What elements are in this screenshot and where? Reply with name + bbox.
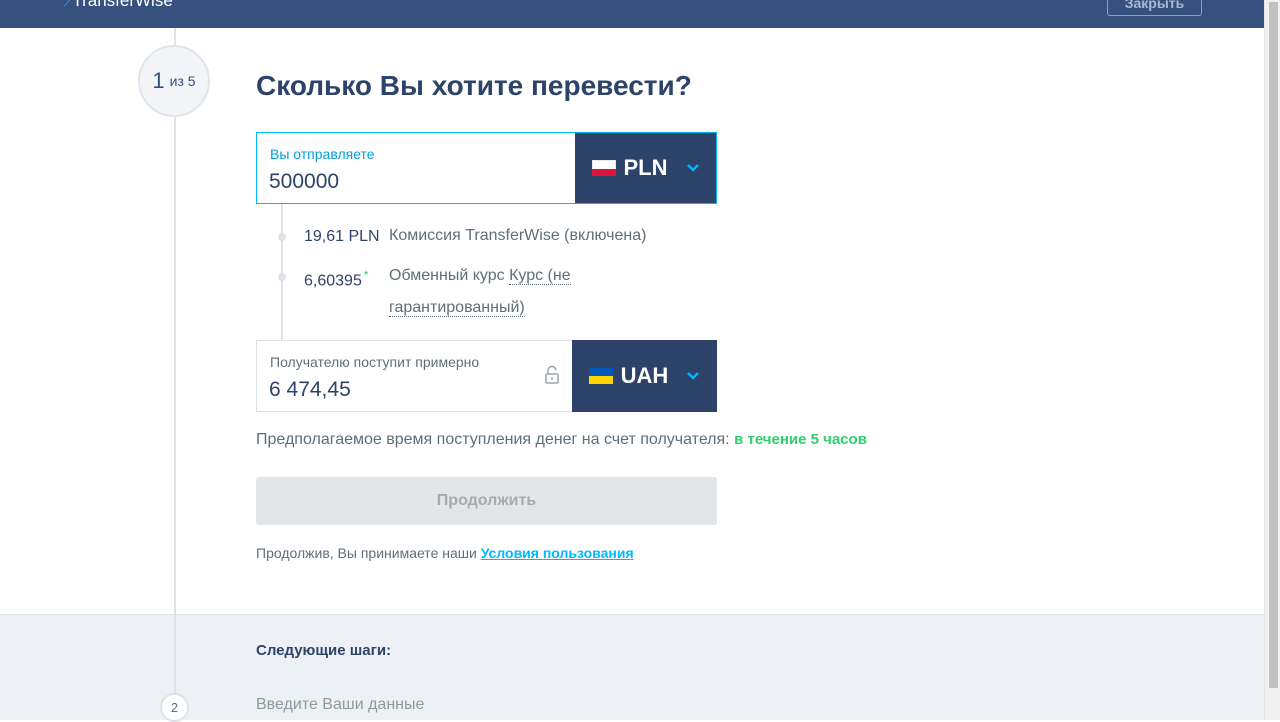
poland-flag-icon (591, 160, 616, 176)
fee-amount: 19,61 PLN (304, 228, 380, 245)
delivery-estimate: Предполагаемое время поступления денег н… (256, 431, 867, 449)
receive-amount-input[interactable]: Получателю поступит примерно 6 474,45 (256, 340, 572, 412)
rate-label: Обменный курс Курс (не гарантированный) (389, 260, 571, 324)
terms-notice: Продолжив, Вы принимаете наши Условия по… (256, 545, 634, 561)
send-amount-input[interactable]: Вы отправляете 500000 (256, 132, 575, 204)
next-steps-title: Следующие шаги: (256, 642, 392, 659)
receive-amount-label: Получателю поступит примерно (270, 354, 480, 370)
rate-label-prefix: Обменный курс (389, 267, 505, 284)
send-amount-value[interactable]: 500000 (269, 170, 339, 194)
step-total: из 5 (169, 73, 196, 89)
ukraine-flag-icon (588, 368, 613, 384)
fee-label: Комиссия TransferWise (включена) (389, 227, 647, 244)
fee-dot (278, 233, 286, 241)
transferwise-logo[interactable]: ⁄ TransferWise (66, 0, 173, 11)
terms-prefix: Продолжив, Вы принимаете наши (256, 545, 477, 561)
rate-info-link-cont[interactable]: гарантированный) (389, 299, 525, 317)
next-steps-panel (0, 614, 1264, 720)
rate-asterisk: * (363, 268, 369, 282)
send-amount-label: Вы отправляете (270, 146, 375, 162)
rate-dot (278, 273, 286, 281)
delivery-estimate-label: Предполагаемое время поступления денег н… (256, 431, 730, 448)
step-indicator: 1 из 5 (138, 45, 210, 117)
main-panel (0, 28, 1264, 614)
breakdown-line (281, 204, 283, 340)
next-step-item: Введите Ваши данные (256, 696, 425, 713)
close-button[interactable]: Закрыть (1107, 0, 1202, 16)
chevron-down-icon (687, 372, 700, 380)
page-title: Сколько Вы хотите перевести? (256, 70, 692, 101)
step-2-indicator: 2 (160, 693, 189, 722)
stepper-line (174, 28, 176, 720)
chevron-down-icon (686, 164, 699, 172)
delivery-estimate-value: в течение 5 часов (734, 431, 867, 448)
terms-link[interactable]: Условия пользования (481, 545, 634, 561)
continue-button[interactable]: Продолжить (256, 477, 717, 525)
receive-amount-field: Получателю поступит примерно 6 474,45 UA… (256, 340, 717, 412)
top-navigation-bar: ⁄ TransferWise Закрыть (0, 0, 1264, 28)
rate-amount: 6,60395 * (304, 268, 369, 290)
send-currency-select[interactable]: PLN (575, 132, 717, 204)
send-amount-field: Вы отправляете 500000 PLN (256, 132, 717, 204)
scrollbar-thumb[interactable] (1269, 2, 1278, 688)
lock-icon[interactable] (544, 365, 560, 385)
scrollbar[interactable] (1264, 0, 1280, 720)
receive-currency-code: UAH (620, 363, 669, 388)
rate-info-link[interactable]: Курс (не (509, 267, 571, 285)
receive-amount-value[interactable]: 6 474,45 (269, 378, 351, 402)
receive-currency-select[interactable]: UAH (572, 340, 717, 412)
logo-text: TransferWise (72, 0, 173, 10)
send-currency-code: PLN (623, 155, 668, 180)
rate-value: 6,60395 (304, 272, 362, 290)
step-current: 1 (152, 68, 165, 93)
